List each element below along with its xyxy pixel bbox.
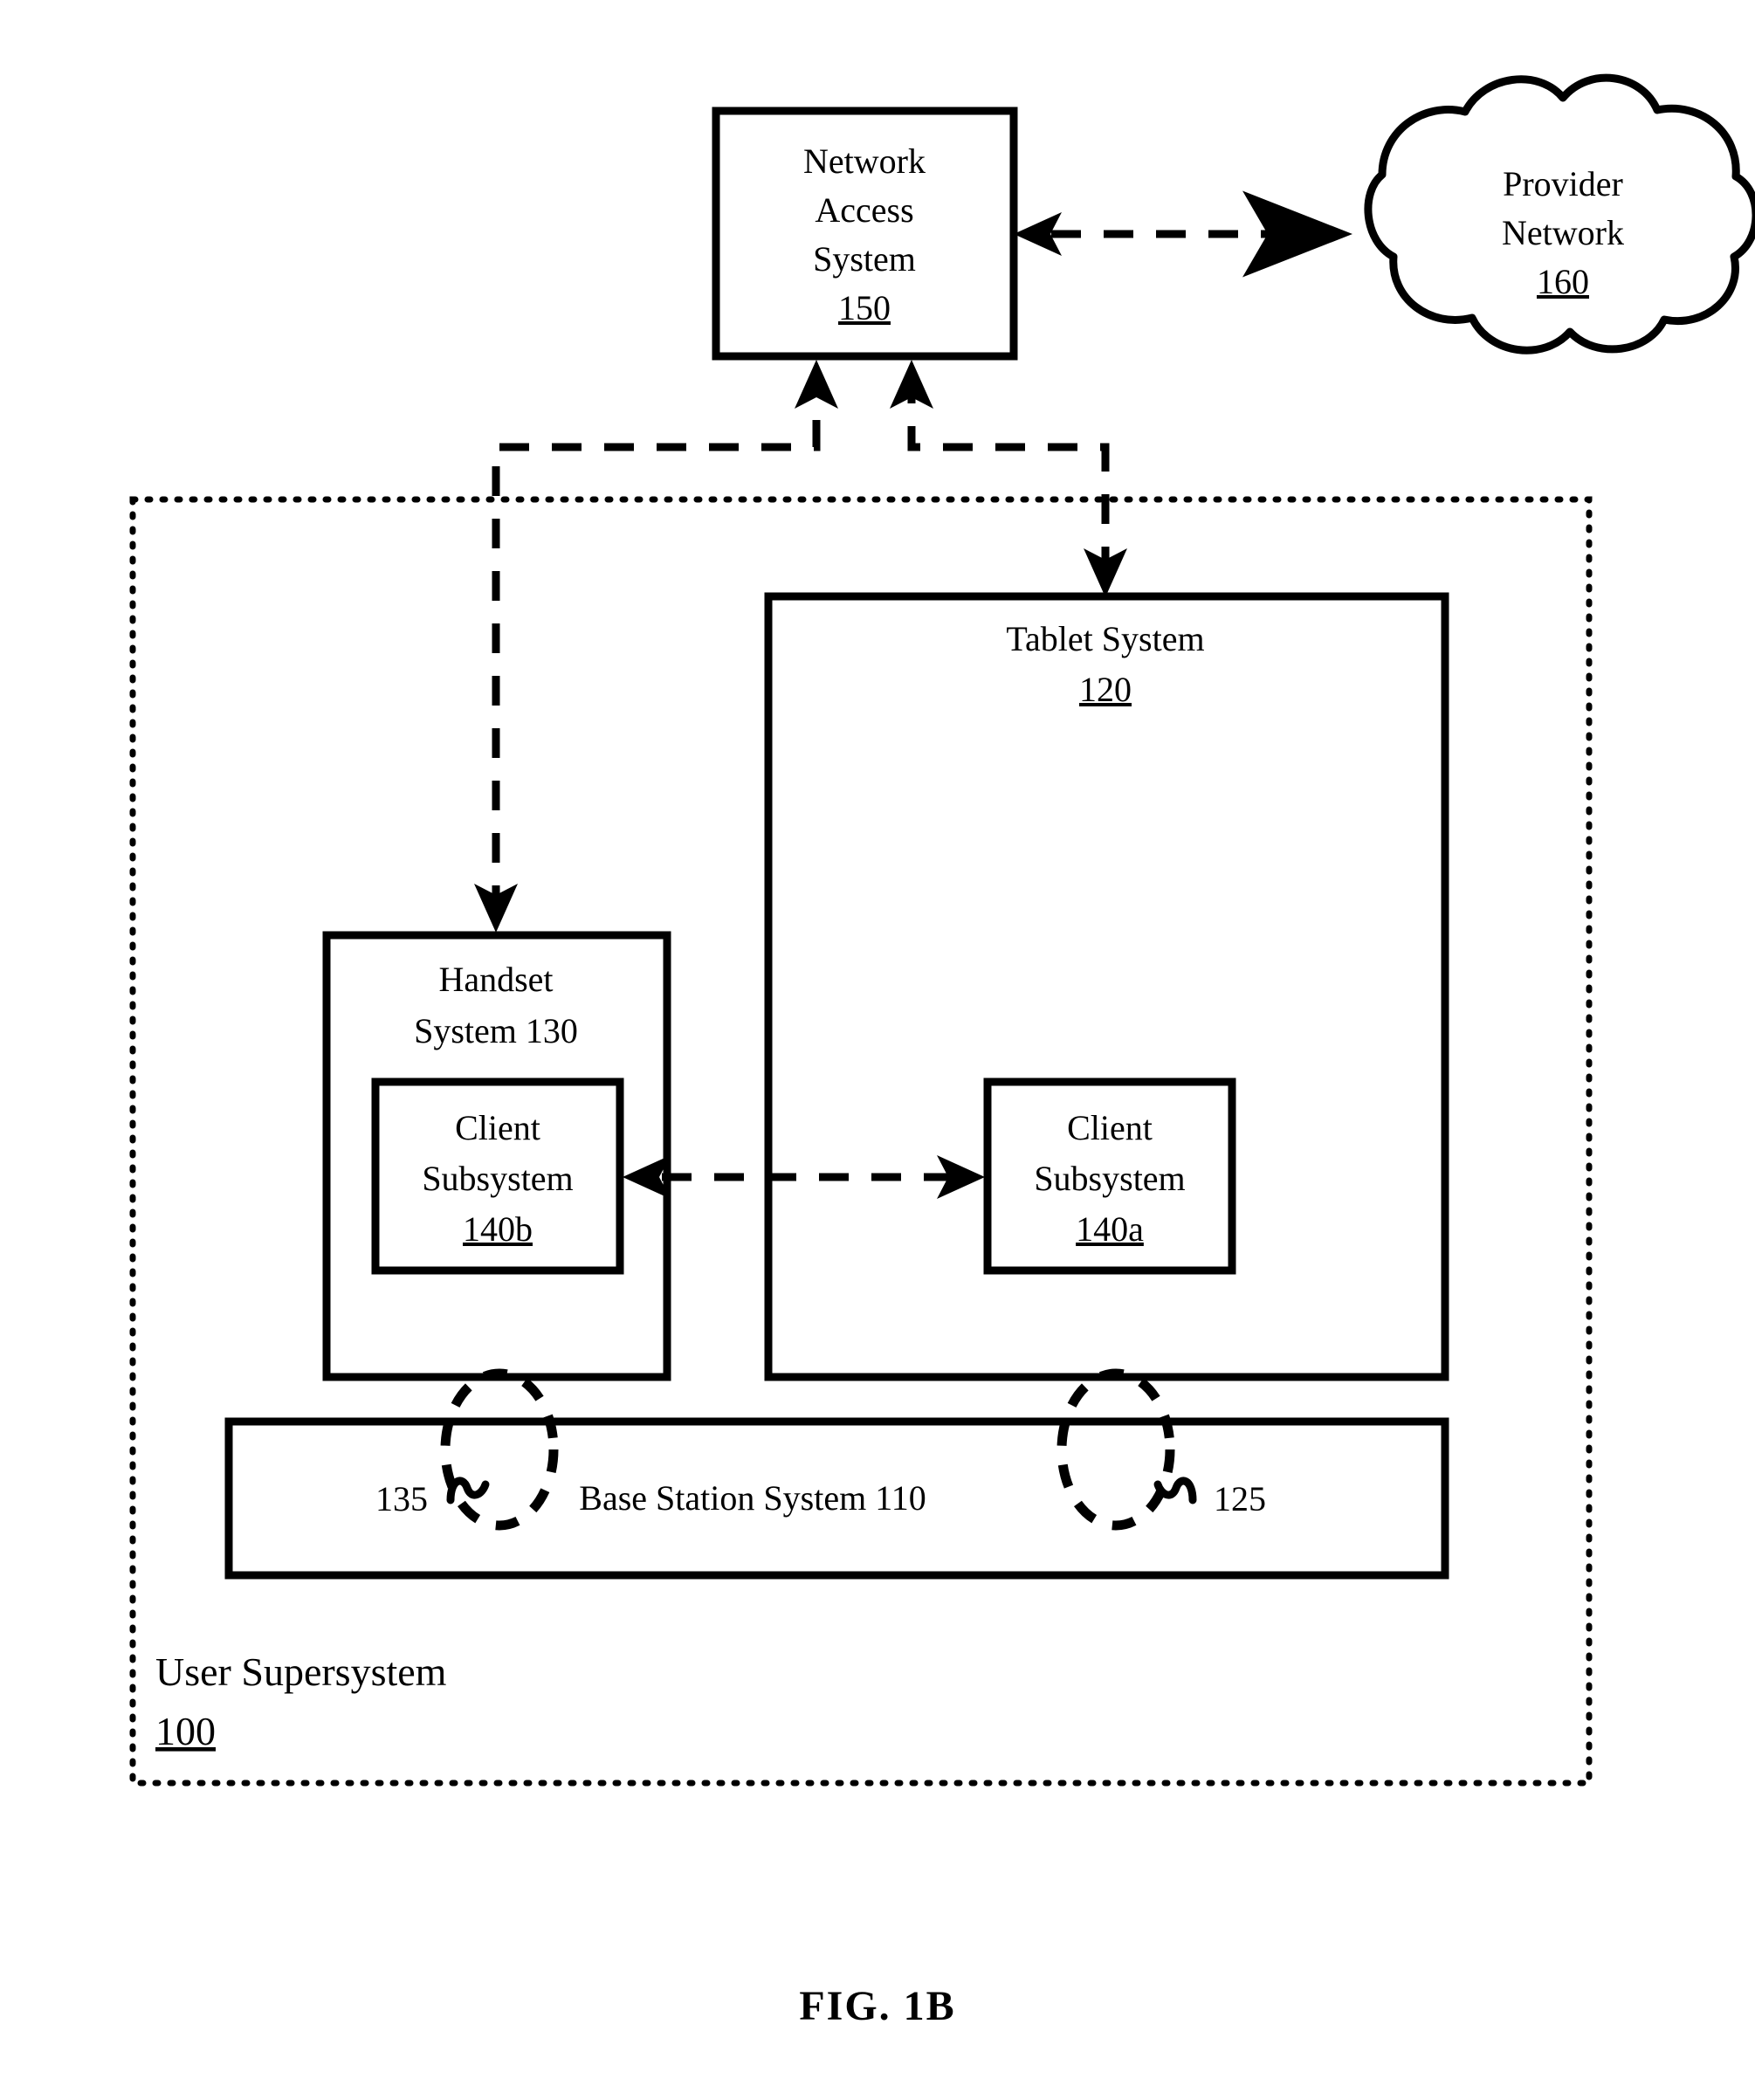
patent-figure-diagram: PROVIDER NETWORK ============ --> 140a =… xyxy=(129,73,1755,2029)
provider-network-ref: 160 xyxy=(1537,262,1589,301)
network-access-system-line2: Access xyxy=(815,190,913,230)
network-access-system-ref: 150 xyxy=(838,288,891,327)
user-supersystem-label-group: User Supersystem 100 xyxy=(155,1649,447,1753)
client-subsystem-140a-line2: Subsystem xyxy=(1034,1159,1185,1198)
user-supersystem-line1: User Supersystem xyxy=(155,1649,447,1694)
handset-system-ref: 130 xyxy=(526,1011,578,1050)
connector-tablet-to-nas xyxy=(890,360,1127,597)
network-access-system-line3: System xyxy=(813,239,916,279)
user-supersystem-ref: 100 xyxy=(155,1709,216,1753)
provider-network-line1: Provider xyxy=(1503,164,1623,203)
tablet-system-ref: 120 xyxy=(1079,670,1132,709)
figure-container: PROVIDER NETWORK ============ --> 140a =… xyxy=(0,0,1755,2100)
base-station-system-ref: 110 xyxy=(875,1478,926,1518)
client-subsystem-140b-line2: Subsystem xyxy=(422,1159,573,1198)
client-subsystem-140a-line1: Client xyxy=(1067,1108,1153,1147)
base-station-system-label-group: Base Station System 110 xyxy=(579,1478,926,1518)
handset-link-label: 135 xyxy=(375,1479,428,1518)
network-access-system-line1: Network xyxy=(803,141,926,181)
client-subsystem-140a-ref: 140a xyxy=(1076,1209,1144,1249)
client-subsystem-140b-line1: Client xyxy=(455,1108,540,1147)
connector-path-tablet-nas xyxy=(907,384,1110,576)
client-subsystem-140b-ref: 140b xyxy=(463,1209,533,1249)
connector-nas-provider-network xyxy=(1014,190,1352,278)
handset-system-line1: Handset xyxy=(438,960,553,999)
tablet-link-label: 125 xyxy=(1214,1479,1266,1518)
provider-network-line2: Network xyxy=(1502,213,1624,252)
handset-system-line2: System xyxy=(414,1011,517,1050)
handset-system-line2-group: System 130 xyxy=(414,1011,578,1050)
figure-caption: FIG. 1B xyxy=(799,1983,955,2029)
arrowhead-into-nas-left xyxy=(795,360,838,409)
base-station-system-line1: Base Station System xyxy=(579,1478,866,1518)
tablet-system-line1: Tablet System xyxy=(1006,619,1204,658)
